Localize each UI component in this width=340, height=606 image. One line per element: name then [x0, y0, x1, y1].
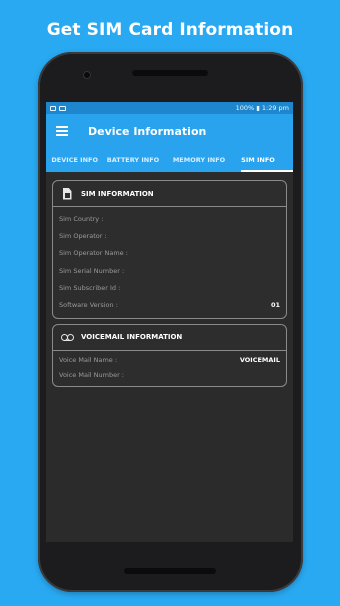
status-bar-info: 100% ▮ 1:29 pm — [235, 104, 289, 112]
row-label: Sim Operator : — [59, 231, 107, 240]
promo-headline: Get SIM Card Information — [46, 20, 294, 40]
phone-screen: 100% ▮ 1:29 pm Device Information DEVICE… — [46, 102, 293, 542]
front-camera — [83, 71, 91, 79]
info-row: Voice Mail Number : — [59, 368, 280, 383]
card-title: VOICEMAIL INFORMATION — [81, 333, 183, 342]
row-label: Sim Subscriber Id : — [59, 283, 121, 292]
image-notification-icon — [59, 105, 66, 111]
tab-memory-info[interactable]: MEMORY INFO — [164, 148, 234, 172]
voicemail-icon — [60, 333, 74, 341]
info-row: Sim Serial Number : — [59, 262, 280, 279]
tab-content: SIM INFORMATION Sim Country : Sim Operat… — [46, 172, 293, 400]
selected-tab-indicator — [241, 170, 293, 172]
row-label: Voice Mail Name : — [59, 356, 118, 365]
hamburger-menu-icon[interactable] — [56, 126, 68, 136]
voicemail-information-card: VOICEMAIL INFORMATION Voice Mail Name : … — [52, 323, 287, 387]
info-row: Sim Operator : — [59, 227, 280, 244]
sim-information-card: SIM INFORMATION Sim Country : Sim Operat… — [52, 180, 287, 319]
sim-card-icon — [62, 187, 72, 200]
row-value: VOICEMAIL — [239, 356, 280, 365]
row-label: Voice Mail Number : — [59, 371, 124, 380]
phone-frame: 100% ▮ 1:29 pm Device Information DEVICE… — [38, 52, 303, 592]
card-title: SIM INFORMATION — [81, 189, 154, 198]
tab-sim-info[interactable]: SIM INFO — [234, 148, 282, 172]
row-label: Sim Country : — [59, 214, 104, 223]
row-label: Sim Serial Number : — [59, 266, 125, 275]
tab-battery-info[interactable]: BATTERY INFO — [102, 148, 164, 172]
row-label: Software Version : — [59, 301, 118, 310]
card-header: SIM INFORMATION — [53, 181, 286, 207]
info-row: Sim Subscriber Id : — [59, 279, 280, 296]
row-value: 01 — [270, 301, 280, 310]
app-title: Device Information — [88, 124, 207, 138]
app-bar: Device Information — [46, 114, 293, 148]
tab-bar: DEVICE INFO BATTERY INFO MEMORY INFO SIM… — [46, 148, 293, 172]
row-label: Sim Operator Name : — [59, 249, 128, 258]
card-header: VOICEMAIL INFORMATION — [53, 325, 286, 351]
info-row: Software Version : 01 — [59, 296, 280, 313]
earpiece-speaker — [132, 70, 208, 76]
info-row: Voice Mail Name : VOICEMAIL — [59, 353, 280, 368]
tab-device-info[interactable]: DEVICE INFO — [46, 148, 102, 172]
status-bar: 100% ▮ 1:29 pm — [46, 102, 293, 114]
info-row: Sim Country : — [59, 210, 280, 227]
notification-icon — [50, 105, 56, 111]
info-row: Sim Operator Name : — [59, 245, 280, 262]
bottom-speaker — [124, 568, 216, 574]
